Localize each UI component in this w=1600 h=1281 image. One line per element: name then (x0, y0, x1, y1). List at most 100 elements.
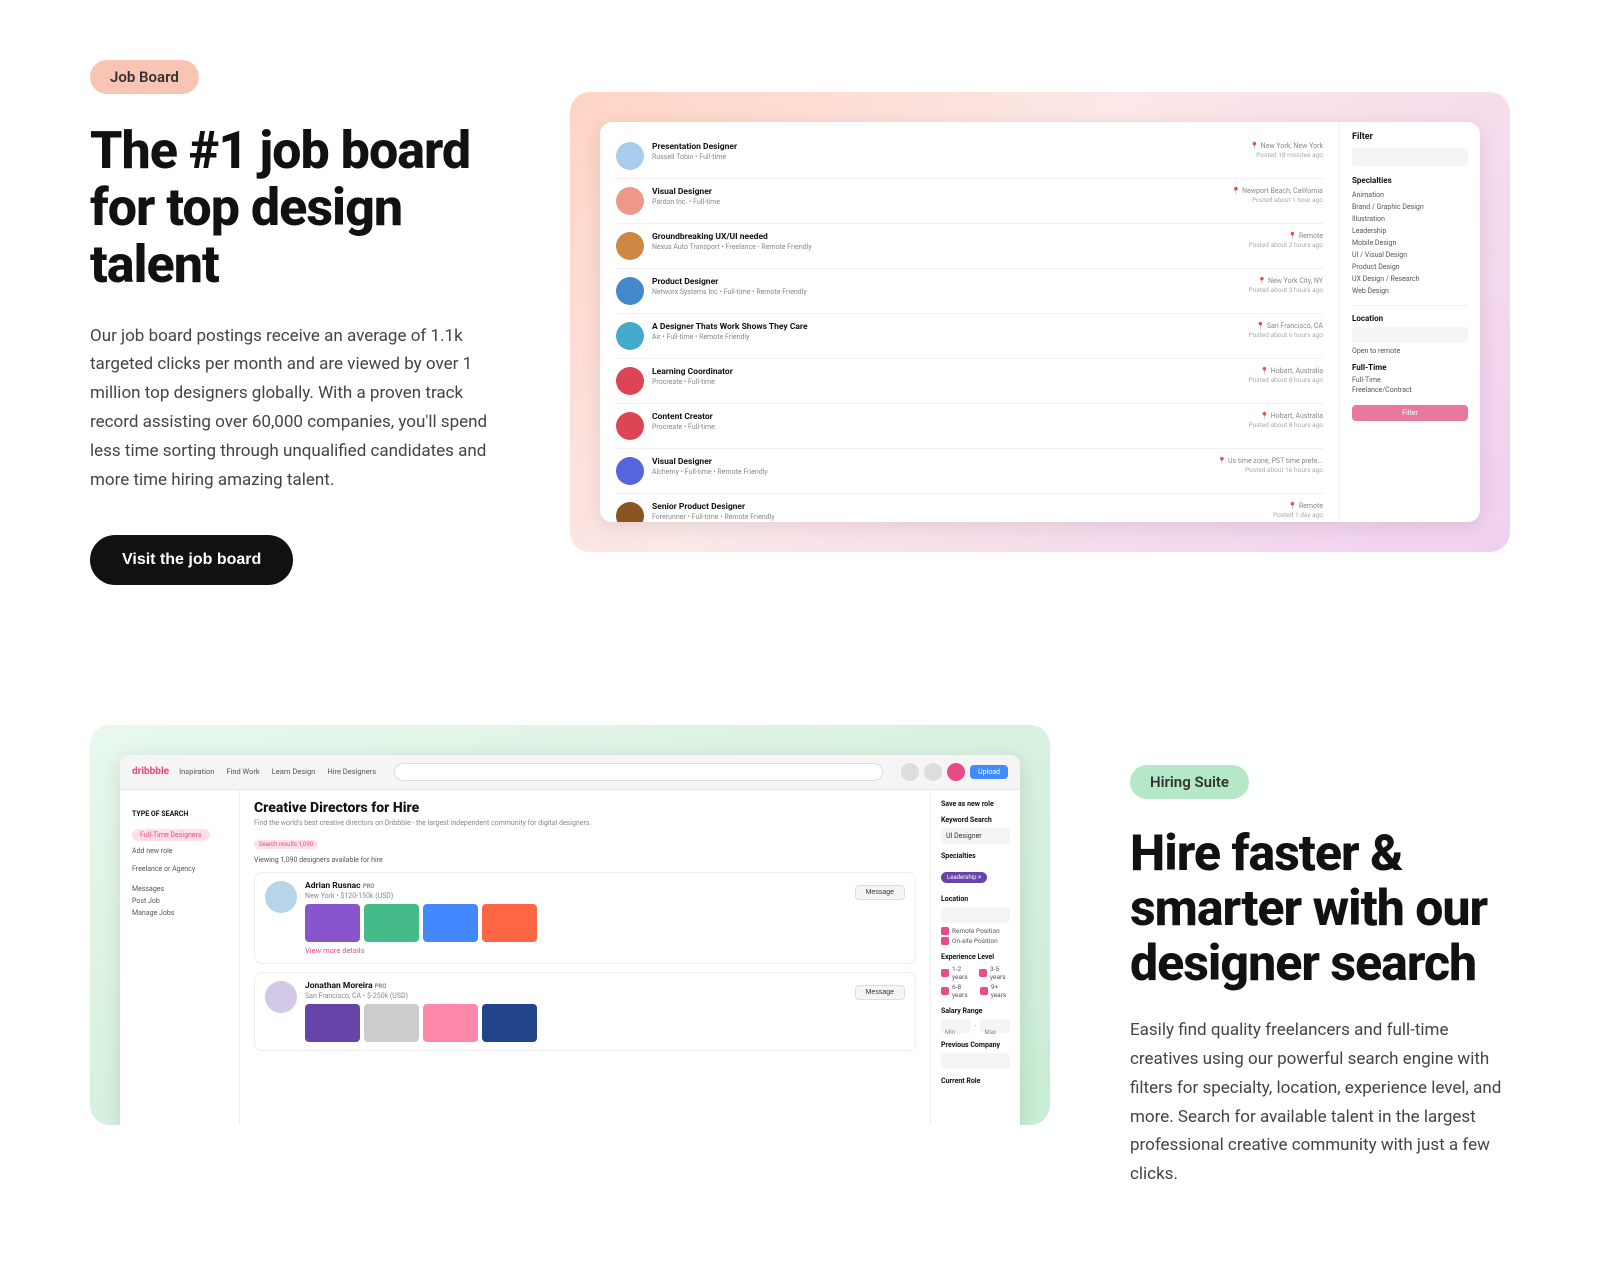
hiring-suite-screenshot: dribbble Inspiration Find Work Learn Des… (90, 725, 1050, 1125)
exp-6-8-checkbox[interactable] (941, 987, 949, 995)
hiring-main-title: Creative Directors for Hire (254, 800, 916, 816)
avatar (616, 412, 644, 440)
visit-job-board-button[interactable]: Visit the job board (90, 535, 293, 585)
exp-1-2-checkbox[interactable] (941, 969, 949, 977)
filter-apply-button[interactable]: Filter (1352, 405, 1468, 421)
thumbnail (305, 904, 360, 942)
nav-item-inspiration[interactable]: Inspiration (179, 767, 214, 776)
nav-item-find-work[interactable]: Find Work (226, 767, 259, 776)
browser-icon-1 (901, 763, 919, 781)
exp-9plus-checkbox[interactable] (980, 987, 988, 995)
salary-min-input[interactable]: Min (941, 1019, 971, 1033)
avatar (616, 277, 644, 305)
avatar (616, 187, 644, 215)
table-row: Presentation Designer Russell Tobin • Fu… (616, 134, 1323, 179)
table-row: A Designer Thats Work Shows They Care Ai… (616, 314, 1323, 359)
section-separator (0, 665, 1600, 725)
hiring-suite-right-col: Hiring Suite Hire faster & smarter with … (1130, 725, 1510, 1189)
sidebar-messages[interactable]: Messages (132, 883, 227, 895)
results-count: Viewing 1,090 designers available for hi… (254, 856, 916, 864)
sidebar-add-role[interactable]: Add new role (132, 845, 227, 857)
job-list-area: Presentation Designer Russell Tobin • Fu… (600, 122, 1340, 522)
salary-range: Min - Max (941, 1019, 1010, 1033)
thumbnail (482, 904, 537, 942)
prev-company-input[interactable] (941, 1053, 1010, 1069)
view-more-details-link[interactable]: View more details (305, 946, 905, 955)
sidebar-freelance[interactable]: Freelance or Agency (132, 863, 227, 875)
hiring-suite-section: dribbble Inspiration Find Work Learn Des… (0, 725, 1600, 1269)
designer-card: Jonathan Moreira PRO San Francisco, CA •… (254, 972, 916, 1051)
sidebar-manage-jobs[interactable]: Manage Jobs (132, 907, 227, 919)
browser-actions: Upload (901, 763, 1008, 781)
save-role-label: Save as new role (941, 800, 1010, 808)
browser-nav: Inspiration Find Work Learn Design Hire … (179, 767, 376, 776)
job-board-screenshot-inner: Presentation Designer Russell Tobin • Fu… (600, 122, 1480, 522)
filter-location-input[interactable] (1352, 327, 1468, 343)
thumbnail (305, 1004, 360, 1042)
filter-title: Filter (1352, 132, 1468, 142)
filter-location-label: Location (1352, 314, 1468, 323)
thumbnail (364, 904, 419, 942)
onsite-checkbox[interactable] (941, 937, 949, 945)
hiring-sidebar: TYPE OF SEARCH Full-Time Designers Add n… (120, 790, 240, 1124)
filter-type-freelance: Freelance/Contract (1352, 385, 1468, 395)
browser-search-input[interactable] (394, 763, 883, 781)
table-row: Product Designer Networx Systems Inc • F… (616, 269, 1323, 314)
sidebar-post-job[interactable]: Post Job (132, 895, 227, 907)
designer-avatar (265, 981, 297, 1013)
table-row: Visual Designer Pardon Inc. • Full-time … (616, 179, 1323, 224)
specialties-label: Specialties (941, 852, 1010, 860)
thumbnail (423, 904, 478, 942)
salary-max-input[interactable]: Max (980, 1019, 1010, 1033)
dribbble-logo: dribbble (132, 766, 169, 777)
remote-label: Remote Position (952, 927, 1000, 935)
filter-panel: Filter Specialties Animation Brand / Gra… (1340, 122, 1480, 522)
current-role-label: Current Role (941, 1077, 1010, 1085)
filter-search-input[interactable] (1352, 148, 1468, 166)
hiring-suite-headline: Hire faster & smarter with our designer … (1130, 827, 1510, 992)
experience-label: Experience Level (941, 953, 1010, 961)
message-button[interactable]: Message (855, 885, 905, 900)
table-row: Visual Designer Alchemy • Full-time • Re… (616, 449, 1323, 494)
designer-card: Adrian Rusnac PRO New York • $120-150k (… (254, 872, 916, 964)
job-board-screenshot-area: Presentation Designer Russell Tobin • Fu… (570, 92, 1510, 552)
designer-thumbnails (305, 1004, 905, 1042)
job-board-left-col: Job Board The #1 job board for top desig… (90, 60, 510, 585)
avatar (616, 502, 644, 522)
specialty-tag[interactable]: Leadership × (941, 872, 987, 883)
avatar (616, 457, 644, 485)
table-row: Content Creator Procreate • Full-time 📍 … (616, 404, 1323, 449)
designer-meta: San Francisco, CA • $-250k (USD) (305, 992, 408, 1000)
hiring-filter-panel: Save as new role Keyword Search UI Desig… (930, 790, 1020, 1124)
job-board-headline: The #1 job board for top design talent (90, 122, 510, 294)
browser-content: TYPE OF SEARCH Full-Time Designers Add n… (120, 790, 1020, 1124)
location-input[interactable] (941, 907, 1010, 923)
hiring-suite-description: Easily find quality freelancers and full… (1130, 1016, 1510, 1189)
upload-button[interactable]: Upload (970, 765, 1008, 779)
exp-3-5-checkbox[interactable] (979, 969, 987, 977)
filter-type-fulltime: Full-Time (1352, 375, 1468, 385)
job-board-badge: Job Board (90, 60, 199, 94)
hiring-suite-browser: dribbble Inspiration Find Work Learn Des… (120, 755, 1020, 1125)
location-label: Location (941, 895, 1010, 903)
nav-item-hire-designers[interactable]: Hire Designers (327, 767, 376, 776)
hiring-suite-left-col: dribbble Inspiration Find Work Learn Des… (90, 725, 1050, 1125)
designer-name: Adrian Rusnac PRO (305, 881, 393, 891)
thumbnail (423, 1004, 478, 1042)
thumbnail (364, 1004, 419, 1042)
avatar (616, 322, 644, 350)
nav-item-learn-design[interactable]: Learn Design (272, 767, 316, 776)
message-button[interactable]: Message (855, 985, 905, 1000)
designer-thumbnails (305, 904, 905, 942)
job-board-description: Our job board postings receive an averag… (90, 322, 510, 495)
keyword-input[interactable]: UI Designer (941, 828, 1010, 844)
hiring-suite-badge: Hiring Suite (1130, 765, 1249, 799)
remote-checkbox[interactable] (941, 927, 949, 935)
designer-avatar (265, 881, 297, 913)
filter-specialties-label: Specialties (1352, 176, 1468, 185)
sidebar-fulltime-tag[interactable]: Full-Time Designers (132, 829, 210, 841)
salary-label: Salary Range (941, 1007, 1010, 1015)
designer-meta: New York • $120-150k (USD) (305, 892, 393, 900)
prev-company-label: Previous Company (941, 1041, 1010, 1049)
job-board-section: Job Board The #1 job board for top desig… (0, 0, 1600, 665)
